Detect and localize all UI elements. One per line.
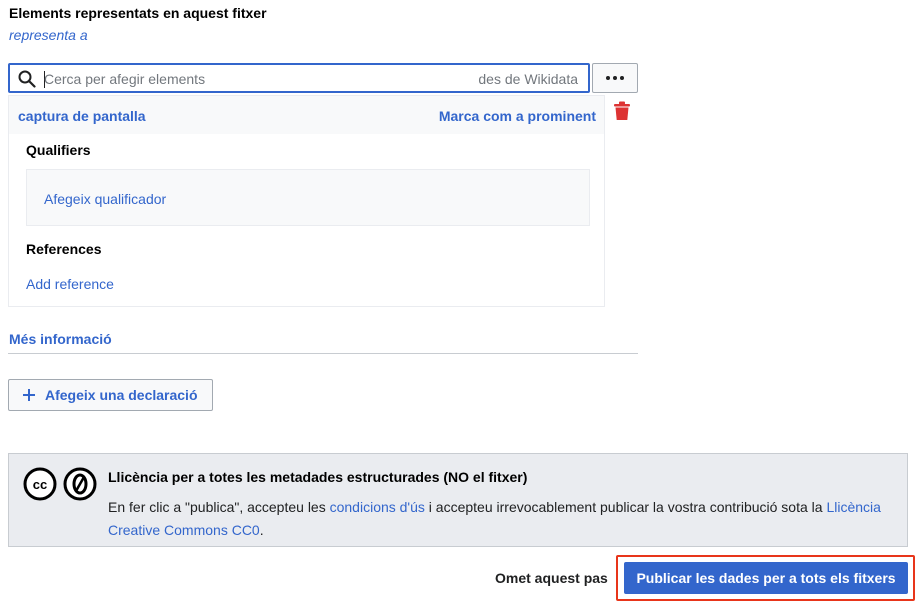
references-title: References — [26, 241, 102, 257]
search-field[interactable]: des de Wikidata — [8, 63, 590, 93]
cc-zero-icon: 0 — [63, 467, 97, 501]
mark-prominent-link[interactable]: Marca com a prominent — [439, 108, 596, 124]
statement-header: captura de pantalla Marca com a prominen… — [9, 96, 604, 134]
statement-value-link[interactable]: captura de pantalla — [18, 108, 146, 124]
skip-step-button[interactable]: Omet aquest pas — [495, 570, 608, 586]
property-link-represents[interactable]: representa a — [9, 27, 88, 43]
license-text: En fer clic a "publica", accepteu les co… — [108, 499, 881, 538]
search-input[interactable] — [44, 68, 464, 90]
add-qualifier-link[interactable]: Afegeix qualificador — [44, 191, 166, 207]
add-statement-label: Afegeix una declaració — [45, 387, 198, 403]
license-title: Llicència per a totes les metadades estr… — [108, 469, 528, 485]
more-icon — [606, 76, 610, 80]
license-notice: cc 0 Llicència per a totes les metadades… — [8, 453, 908, 547]
section-title: Elements representats en aquest fitxer — [9, 5, 267, 21]
svg-text:cc: cc — [33, 477, 47, 492]
trash-icon[interactable] — [613, 101, 631, 121]
terms-of-use-link[interactable]: condicions d'ús — [330, 499, 425, 515]
add-statement-button[interactable]: Afegeix una declaració — [8, 379, 213, 411]
add-reference-link[interactable]: Add reference — [26, 276, 114, 292]
qualifiers-title: Qualifiers — [26, 142, 91, 158]
cc-icon: cc — [23, 467, 57, 501]
divider — [8, 353, 638, 354]
qualifiers-box: Afegeix qualificador — [26, 169, 590, 226]
statement-panel: captura de pantalla Marca com a prominen… — [8, 95, 605, 307]
more-options-button[interactable] — [592, 63, 638, 93]
more-info-link[interactable]: Més informació — [9, 331, 112, 347]
publish-button[interactable]: Publicar les dades per a tots els fitxer… — [624, 562, 908, 594]
plus-icon — [23, 389, 35, 401]
search-icon — [18, 70, 36, 88]
search-source-label: des de Wikidata — [478, 71, 578, 87]
